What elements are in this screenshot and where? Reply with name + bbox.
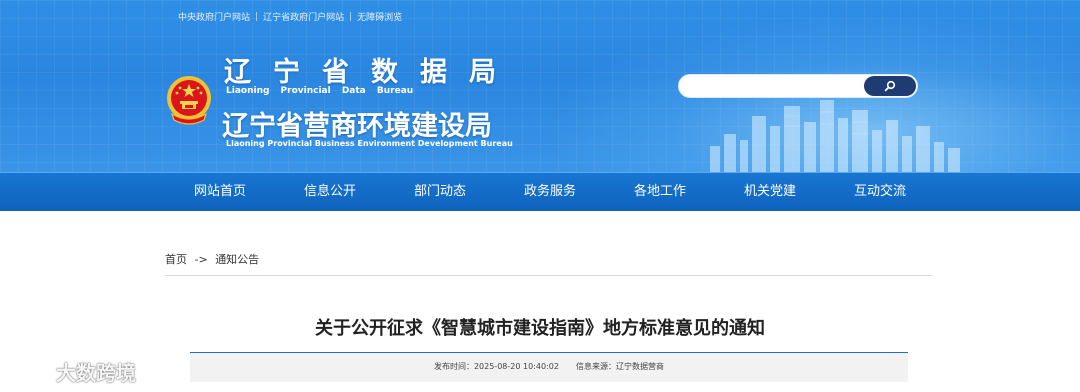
subtitle-secondary: Liaoning Provincial Business Environment… — [226, 139, 513, 148]
title-primary: 辽宁省数据局 — [224, 57, 518, 88]
article-title: 关于公开征求《智慧城市建设指南》地方标准意见的通知 — [315, 318, 765, 339]
breadcrumb-home-link[interactable]: 首页 — [165, 253, 187, 266]
top-links: 中央政府门户网站 | 辽宁省政府门户网站 | 无障碍浏览 — [178, 10, 402, 24]
article-meta-bar: 发布时间：2025-08-20 10:40:02 信息来源：辽宁数据营商 — [190, 352, 908, 382]
link-central-gov[interactable]: 中央政府门户网站 — [178, 10, 250, 23]
nav-item-home[interactable]: 网站首页 — [165, 173, 275, 211]
city-skyline-graphic — [710, 100, 960, 172]
link-accessibility[interactable]: 无障碍浏览 — [357, 10, 402, 23]
info-source: 信息来源：辽宁数据营商 — [576, 362, 665, 371]
main-nav: 网站首页 信息公开 部门动态 政务服务 各地工作 机关党建 互动交流 — [0, 172, 1080, 211]
search-input[interactable] — [689, 78, 864, 95]
nav-item-government-services[interactable]: 政务服务 — [495, 173, 605, 211]
breadcrumb-current[interactable]: 通知公告 — [215, 253, 259, 266]
nav-item-party-building[interactable]: 机关党建 — [715, 173, 825, 211]
nav-item-local-work[interactable]: 各地工作 — [605, 173, 715, 211]
link-liaoning-gov[interactable]: 辽宁省政府门户网站 — [263, 10, 344, 23]
search-icon — [884, 80, 896, 92]
breadcrumb: 首页 -> 通知公告 — [165, 251, 259, 267]
link-separator: | — [255, 11, 259, 22]
title-secondary: 辽宁省营商环境建设局 — [222, 111, 492, 142]
breadcrumb-arrow: -> — [194, 253, 208, 266]
nav-item-department-news[interactable]: 部门动态 — [385, 173, 495, 211]
search-button[interactable] — [864, 76, 916, 96]
national-emblem-icon — [167, 76, 211, 125]
watermark-logo-icon — [10, 363, 52, 380]
subtitle-primary: Liaoning Provincial Data Bureau — [226, 86, 414, 96]
site-header: 中央政府门户网站 | 辽宁省政府门户网站 | 无障碍浏览 辽宁省数据局 Liao… — [0, 0, 1080, 172]
nav-item-interaction[interactable]: 互动交流 — [825, 173, 935, 211]
link-separator: | — [349, 11, 353, 22]
search-box — [678, 74, 918, 98]
watermark-text: 大数跨境 — [56, 361, 136, 385]
nav-item-info-disclosure[interactable]: 信息公开 — [275, 173, 385, 211]
watermark: 大数跨境 — [8, 357, 136, 386]
breadcrumb-divider — [165, 275, 933, 276]
publish-time: 发布时间：2025-08-20 10:40:02 — [433, 362, 559, 371]
